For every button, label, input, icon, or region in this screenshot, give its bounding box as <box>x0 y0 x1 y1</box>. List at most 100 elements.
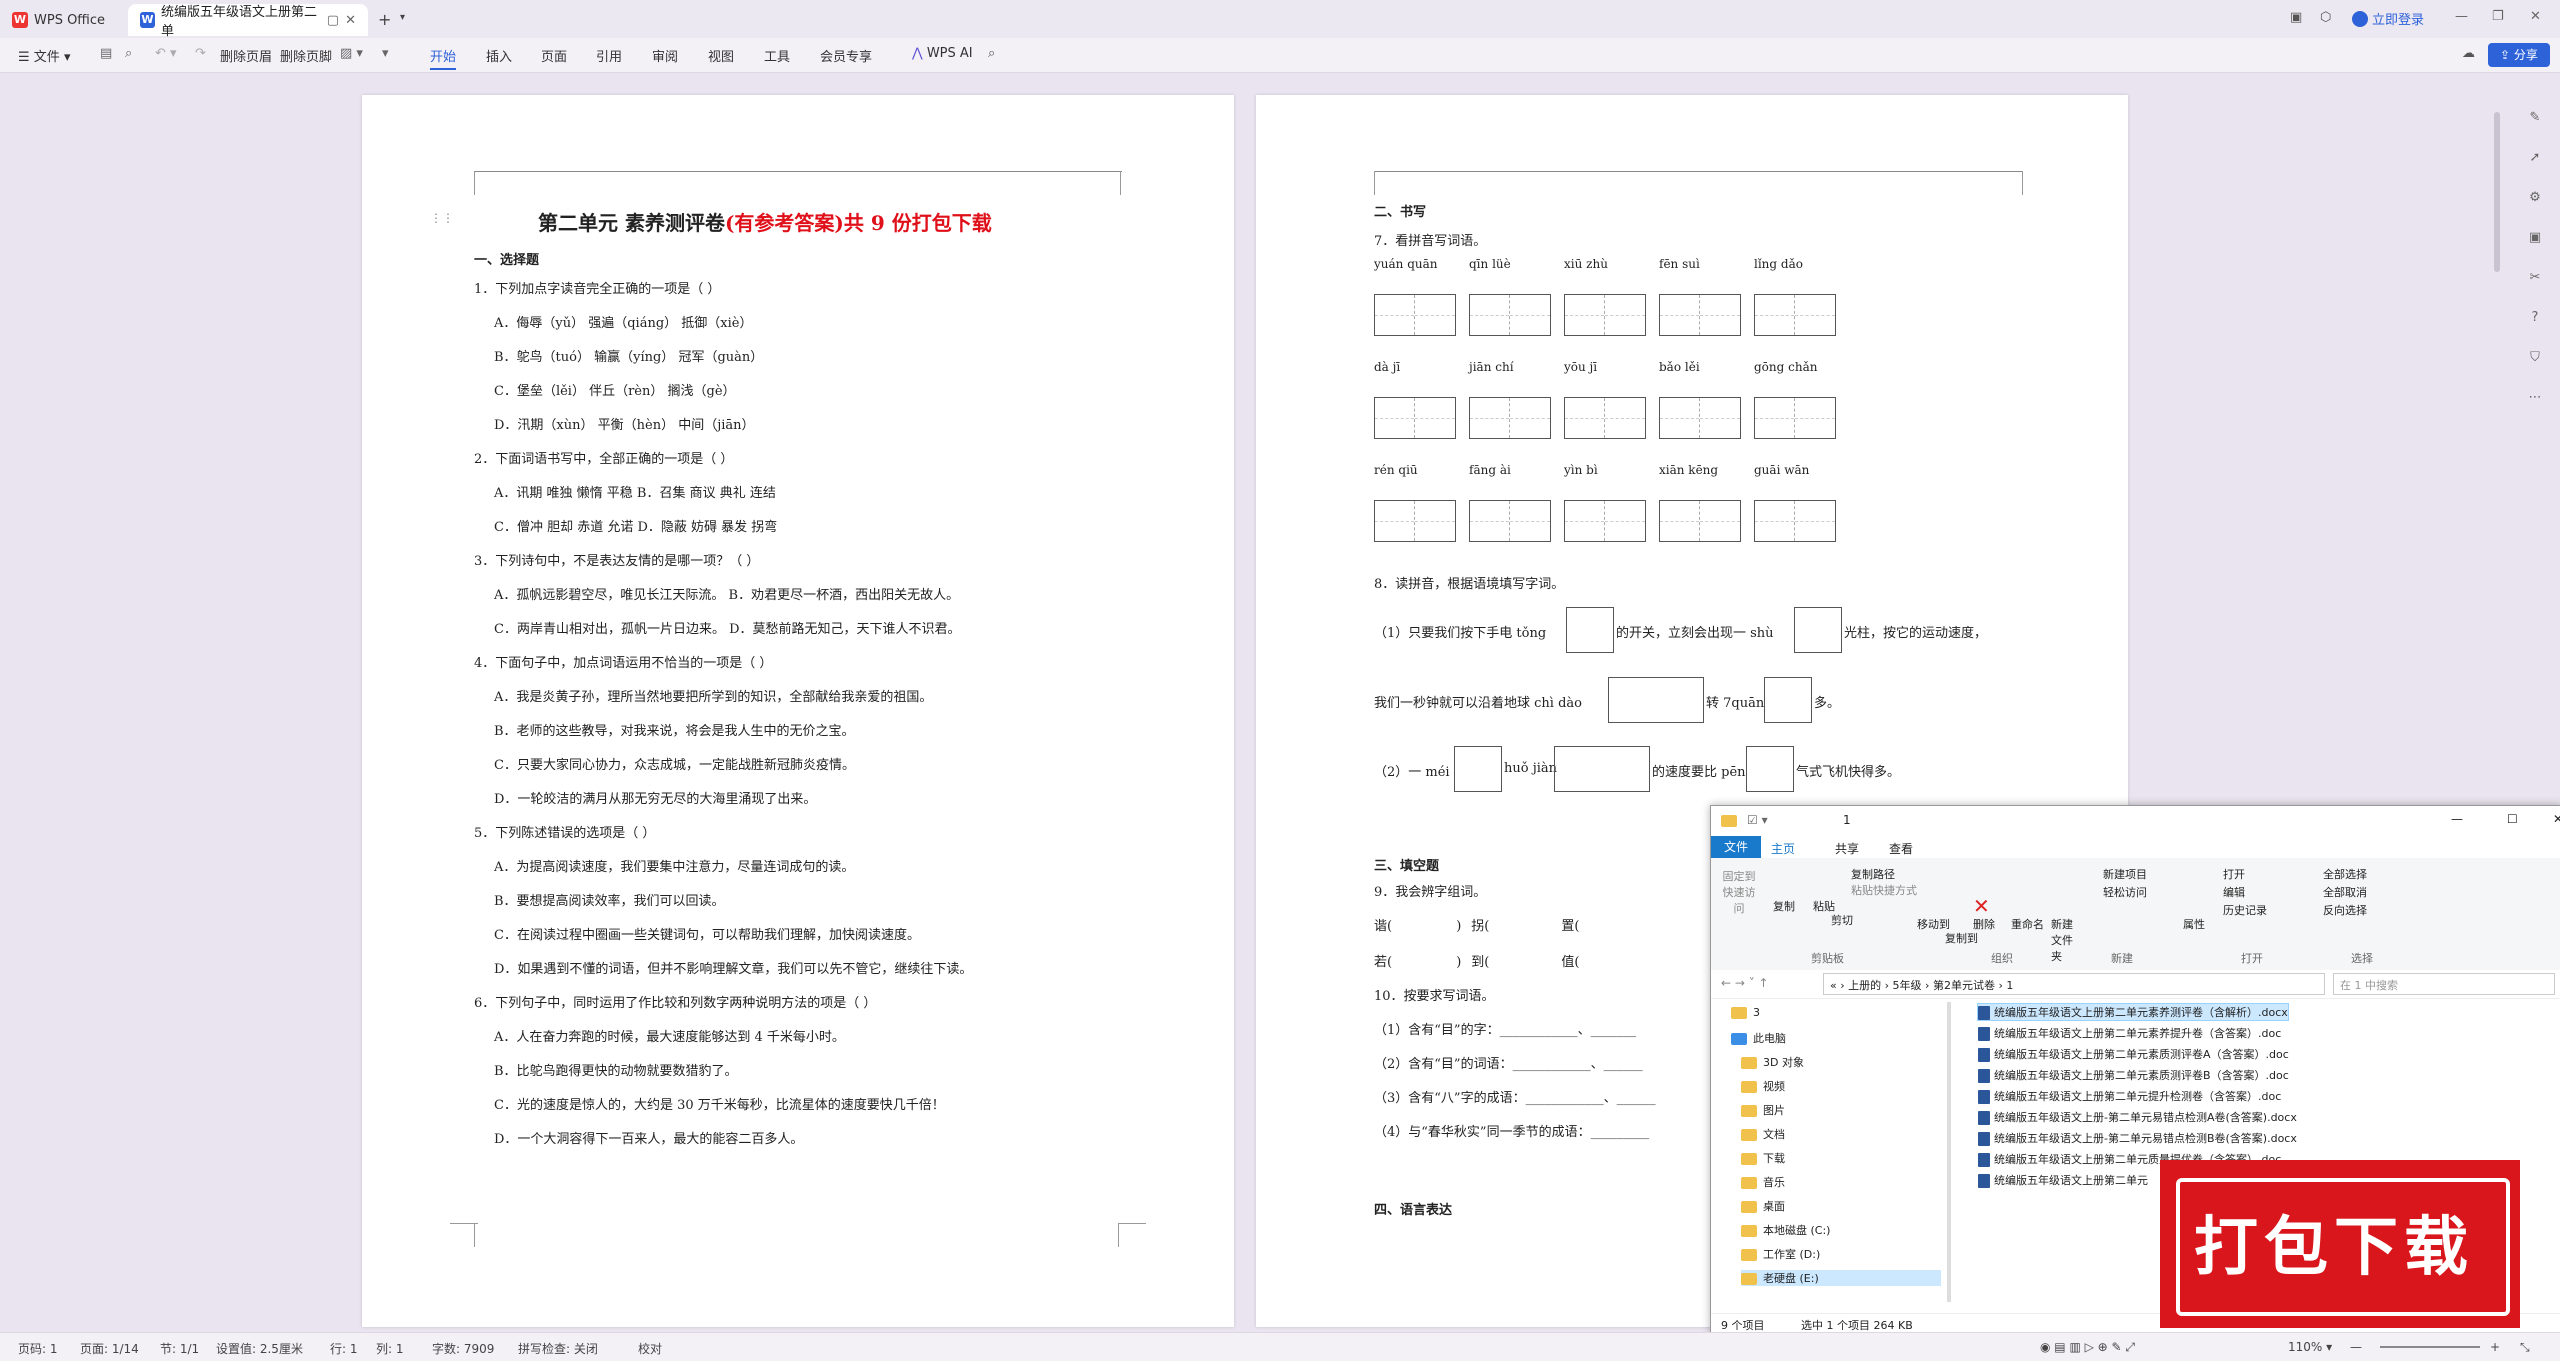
format-painter-icon[interactable]: ⌕ <box>125 46 132 61</box>
search-box[interactable]: 在 1 中搜索 <box>2333 973 2555 995</box>
delete-footer-button[interactable]: 删除页脚 <box>280 46 332 65</box>
select-all-button[interactable]: 全部选择 <box>2323 866 2367 882</box>
grid-cell[interactable] <box>1510 398 1550 438</box>
ribbon-tab-view[interactable]: 查看 <box>1889 840 1913 857</box>
nav-scrollbar[interactable] <box>1947 1002 1951 1302</box>
tian-grid[interactable] <box>1564 500 1646 542</box>
answer-box[interactable] <box>1746 746 1794 792</box>
grid-cell[interactable] <box>1795 398 1835 438</box>
file-item[interactable]: 统编版五年级语文上册第二单元提升检测卷（含答案）.doc <box>1978 1088 2281 1104</box>
file-item[interactable]: 统编版五年级语文上册第二单元 <box>1978 1172 2148 1188</box>
explorer-minimize-icon[interactable]: — <box>2451 812 2463 826</box>
wps-ai-button[interactable]: ⋀ WPS AI <box>912 46 973 61</box>
edit-pen-icon[interactable]: ✎ <box>2520 110 2550 150</box>
tab-start[interactable]: 开始 <box>430 46 457 70</box>
file-menu[interactable]: ☰ 文件 ▾ <box>18 46 70 65</box>
grid-cell[interactable] <box>1660 295 1700 335</box>
tian-grid[interactable] <box>1564 294 1646 336</box>
zoom-in-icon[interactable]: + <box>2490 1340 2500 1354</box>
cube-icon[interactable]: ⬡ <box>2320 10 2331 25</box>
grid-cell[interactable] <box>1375 398 1415 438</box>
open-button[interactable]: 打开 <box>2223 866 2245 882</box>
status-item[interactable]: 校对 <box>638 1340 662 1357</box>
tab-member[interactable]: 会员专享 <box>820 46 872 65</box>
answer-box[interactable] <box>1794 607 1842 653</box>
grid-cell[interactable] <box>1795 501 1835 541</box>
answer-box-double[interactable] <box>1554 746 1650 792</box>
grid-cell[interactable] <box>1755 295 1795 335</box>
help-icon[interactable]: ? <box>2520 310 2550 350</box>
grid-cell[interactable] <box>1510 295 1550 335</box>
tian-grid[interactable] <box>1659 500 1741 542</box>
tian-grid[interactable] <box>1754 397 1836 439</box>
ribbon-tab-file[interactable]: 文件 <box>1711 836 1761 858</box>
tian-grid[interactable] <box>1374 397 1456 439</box>
tab-wps-home[interactable]: W WPS Office <box>0 4 125 36</box>
nav-item[interactable]: 音乐 <box>1741 1174 1785 1190</box>
grid-cell[interactable] <box>1415 501 1455 541</box>
fit-icon[interactable]: ⤡ <box>2520 1340 2530 1355</box>
explorer-close-icon[interactable]: ✕ <box>2553 812 2560 826</box>
nav-arrows-icon[interactable]: ← → ˅ ↑ <box>1721 976 1769 990</box>
nav-item[interactable]: 工作室 (D:) <box>1741 1246 1820 1262</box>
tian-grid[interactable] <box>1374 294 1456 336</box>
grid-cell[interactable] <box>1755 398 1795 438</box>
login-button[interactable]: 立即登录 <box>2352 9 2424 28</box>
delete-header-button[interactable]: 删除页眉 <box>220 46 272 65</box>
grid-cell[interactable] <box>1700 501 1740 541</box>
save-icon[interactable]: ▤ <box>100 46 112 61</box>
copy-path-button[interactable]: 复制路径 <box>1851 866 1895 882</box>
new-item-button[interactable]: 新建项目 <box>2103 866 2147 882</box>
grid-cell[interactable] <box>1470 295 1510 335</box>
grid-cell[interactable] <box>1470 398 1510 438</box>
tian-grid[interactable] <box>1469 294 1551 336</box>
grid-cell[interactable] <box>1605 295 1645 335</box>
status-item[interactable]: 拼写检查: 关闭 <box>518 1340 598 1357</box>
tian-grid[interactable] <box>1564 397 1646 439</box>
more-icon[interactable]: ⋯ <box>2520 390 2550 430</box>
border-icon[interactable]: ▨ ▾ <box>340 46 363 61</box>
tab-document[interactable]: W 统编版五年级语文上册第二单 ▢ ✕ <box>128 4 368 39</box>
cut-button[interactable]: 剪切 <box>1831 912 1853 928</box>
redo-icon[interactable]: ↷ <box>195 46 206 61</box>
grid-cell[interactable] <box>1565 501 1605 541</box>
window-icon[interactable]: ▣ <box>2290 10 2302 25</box>
grid-cell[interactable] <box>1565 295 1605 335</box>
grid-cell[interactable] <box>1510 501 1550 541</box>
grid-cell[interactable] <box>1565 398 1605 438</box>
tab-insert[interactable]: 插入 <box>486 46 512 65</box>
grid-cell[interactable] <box>1375 501 1415 541</box>
nav-item[interactable]: 老硬盘 (E:) <box>1741 1270 1941 1286</box>
grid-cell[interactable] <box>1605 501 1645 541</box>
nav-item[interactable]: 文档 <box>1741 1126 1785 1142</box>
zoom-slider[interactable] <box>2380 1346 2480 1348</box>
grid-cell[interactable] <box>1700 398 1740 438</box>
grid-cell[interactable] <box>1755 501 1795 541</box>
nav-item[interactable]: 图片 <box>1741 1102 1785 1118</box>
more-chevron-icon[interactable]: ▾ <box>382 46 389 61</box>
restore-icon[interactable]: ❐ <box>2492 9 2504 24</box>
file-item[interactable]: 统编版五年级语文上册-第二单元易错点检测B卷(含答案).docx <box>1978 1130 2297 1146</box>
file-item[interactable]: 统编版五年级语文上册第二单元素质测评卷B（含答案）.doc <box>1978 1067 2289 1083</box>
tab-view[interactable]: 视图 <box>708 46 734 65</box>
tools-icon[interactable]: ✂ <box>2520 270 2550 310</box>
answer-box-double[interactable] <box>1608 677 1704 723</box>
image-icon[interactable]: ▣ <box>2520 230 2550 270</box>
drag-handle-icon[interactable]: ⋮⋮ <box>430 211 454 225</box>
tian-grid[interactable] <box>1469 397 1551 439</box>
nav-item[interactable]: 视频 <box>1741 1078 1785 1094</box>
invert-selection-button[interactable]: 反向选择 <box>2323 902 2367 918</box>
file-item[interactable]: 统编版五年级语文上册第二单元素养测评卷（含解析）.docx <box>1977 1003 2289 1021</box>
explorer-maximize-icon[interactable]: ☐ <box>2507 812 2518 826</box>
tian-grid[interactable] <box>1659 294 1741 336</box>
zoom-out-icon[interactable]: — <box>2350 1340 2362 1354</box>
answer-box[interactable] <box>1764 677 1812 723</box>
chevron-down-icon[interactable]: ▾ <box>400 12 405 23</box>
file-item[interactable]: 统编版五年级语文上册-第二单元易错点检测A卷(含答案).docx <box>1978 1109 2297 1125</box>
tab-page[interactable]: 页面 <box>541 46 567 65</box>
file-item[interactable]: 统编版五年级语文上册第二单元素养提升卷（含答案）.doc <box>1978 1025 2281 1041</box>
grid-cell[interactable] <box>1415 398 1455 438</box>
pointer-icon[interactable]: ➚ <box>2520 150 2550 190</box>
zoom-level[interactable]: 110% ▾ <box>2288 1340 2332 1354</box>
cloud-icon[interactable]: ☁ <box>2462 46 2475 61</box>
